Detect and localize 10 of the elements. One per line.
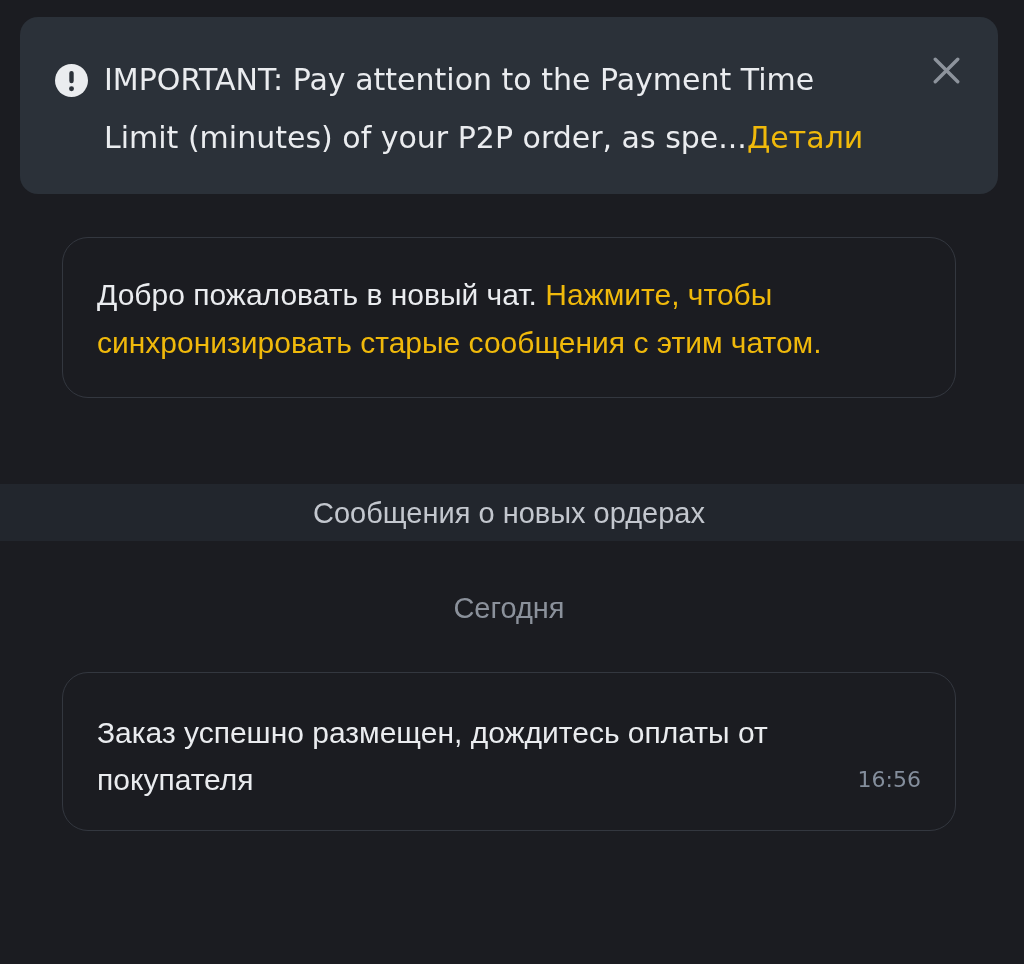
details-link[interactable]: Детали bbox=[746, 120, 864, 155]
sync-chat-prompt[interactable]: Добро пожаловать в новый чат. Нажмите, чтобы синхронизировать старые сообщения с этим чатом. bbox=[97, 271, 921, 367]
date-label: Сегодня bbox=[453, 591, 565, 626]
section-header-text: Сообщения о новых ордерах bbox=[313, 495, 705, 531]
notice-text: IMPORTANT: Pay attention to the Payment Time Limit (minutes) of your P2P order, as spe...Детали bbox=[104, 61, 865, 157]
exclamation-icon bbox=[55, 64, 88, 97]
close-icon bbox=[933, 57, 960, 84]
close-button[interactable] bbox=[933, 57, 960, 84]
message-time: 16:56 bbox=[857, 766, 921, 794]
message-text: Заказ успешно размещен, дождитесь оплаты от покупателя bbox=[97, 715, 769, 798]
